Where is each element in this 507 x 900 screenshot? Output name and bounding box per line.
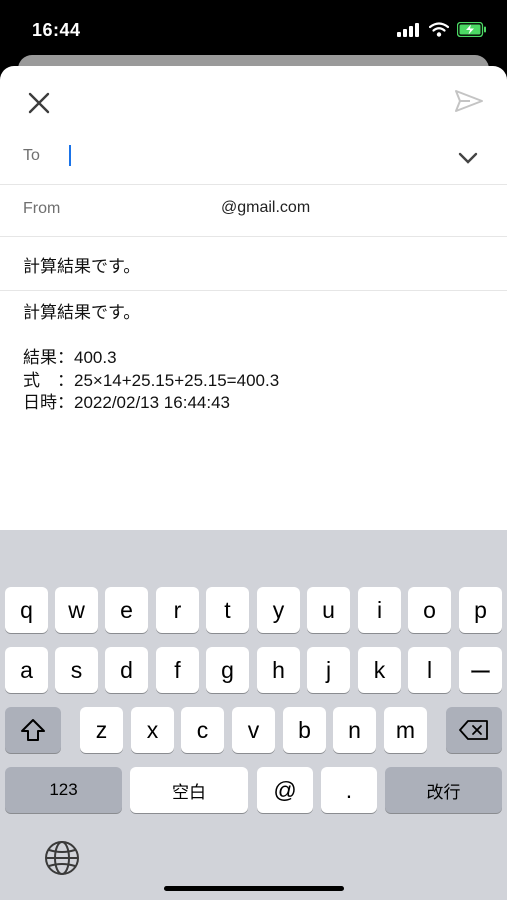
- return-key[interactable]: 改行: [385, 767, 502, 813]
- to-label: To: [23, 147, 40, 164]
- key-s[interactable]: s: [55, 647, 98, 693]
- body-line: 計算結果です。: [23, 303, 141, 322]
- close-icon[interactable]: [24, 88, 54, 118]
- status-bar: 16:44: [0, 0, 507, 58]
- key-b[interactable]: b: [283, 707, 326, 753]
- key-h[interactable]: h: [257, 647, 300, 693]
- battery-charging-icon: [457, 22, 486, 37]
- key-u[interactable]: u: [307, 587, 350, 633]
- key-x[interactable]: x: [131, 707, 174, 753]
- key-f[interactable]: f: [156, 647, 199, 693]
- key-n[interactable]: n: [333, 707, 376, 753]
- chevron-down-icon[interactable]: [456, 150, 480, 166]
- subject-row[interactable]: 計算結果です。: [0, 236, 507, 291]
- body-line: 日時：2022/02/13 16:44:43: [23, 393, 230, 412]
- compose-sheet: To From @gmail.com 計算結果です。 計算結果です。 結果：40…: [0, 66, 507, 530]
- key-g[interactable]: g: [206, 647, 249, 693]
- key-v[interactable]: v: [232, 707, 275, 753]
- key-d[interactable]: d: [105, 647, 148, 693]
- delete-key[interactable]: [446, 707, 502, 753]
- text-cursor: [69, 145, 71, 166]
- email-body[interactable]: 計算結果です。 結果：400.3 式 ：25×14+25.15+25.15=40…: [23, 302, 279, 415]
- key-a[interactable]: a: [5, 647, 48, 693]
- body-line: [23, 325, 279, 348]
- body-line: 式 ：25×14+25.15+25.15=400.3: [23, 370, 280, 390]
- key-l[interactable]: l: [408, 647, 451, 693]
- from-label: From: [23, 200, 61, 217]
- key-w[interactable]: w: [55, 587, 98, 633]
- to-row[interactable]: To: [0, 124, 507, 185]
- from-value[interactable]: @gmail.com: [221, 199, 310, 217]
- key-m[interactable]: m: [384, 707, 427, 753]
- key-long-vowel[interactable]: ー: [459, 647, 502, 693]
- key-t[interactable]: t: [206, 587, 249, 633]
- backspace-icon: [459, 720, 488, 740]
- subject-field[interactable]: 計算結果です。: [23, 252, 140, 277]
- numbers-key[interactable]: 123: [5, 767, 122, 813]
- period-key[interactable]: .: [321, 767, 377, 813]
- space-key[interactable]: 空白: [130, 767, 248, 813]
- cellular-signal-icon: [397, 22, 419, 37]
- key-j[interactable]: j: [307, 647, 350, 693]
- key-e[interactable]: e: [105, 587, 148, 633]
- from-row[interactable]: From @gmail.com: [0, 184, 507, 237]
- shift-icon: [21, 719, 45, 741]
- key-p[interactable]: p: [459, 587, 502, 633]
- wifi-icon: [429, 22, 449, 37]
- key-q[interactable]: q: [5, 587, 48, 633]
- home-indicator: [164, 886, 344, 891]
- body-line: 結果：400.3: [23, 348, 117, 367]
- key-k[interactable]: k: [358, 647, 401, 693]
- key-y[interactable]: y: [257, 587, 300, 633]
- send-icon[interactable]: [452, 84, 486, 118]
- globe-icon[interactable]: [42, 838, 82, 878]
- status-icons: [397, 22, 487, 37]
- key-r[interactable]: r: [156, 587, 199, 633]
- key-i[interactable]: i: [358, 587, 401, 633]
- shift-key[interactable]: [5, 707, 61, 753]
- status-time: 16:44: [32, 20, 81, 40]
- key-c[interactable]: c: [181, 707, 224, 753]
- key-z[interactable]: z: [80, 707, 123, 753]
- at-key[interactable]: @: [257, 767, 313, 813]
- key-o[interactable]: o: [408, 587, 451, 633]
- keyboard: q w e r t y u i o p a s d f g h j k l ー …: [0, 530, 507, 900]
